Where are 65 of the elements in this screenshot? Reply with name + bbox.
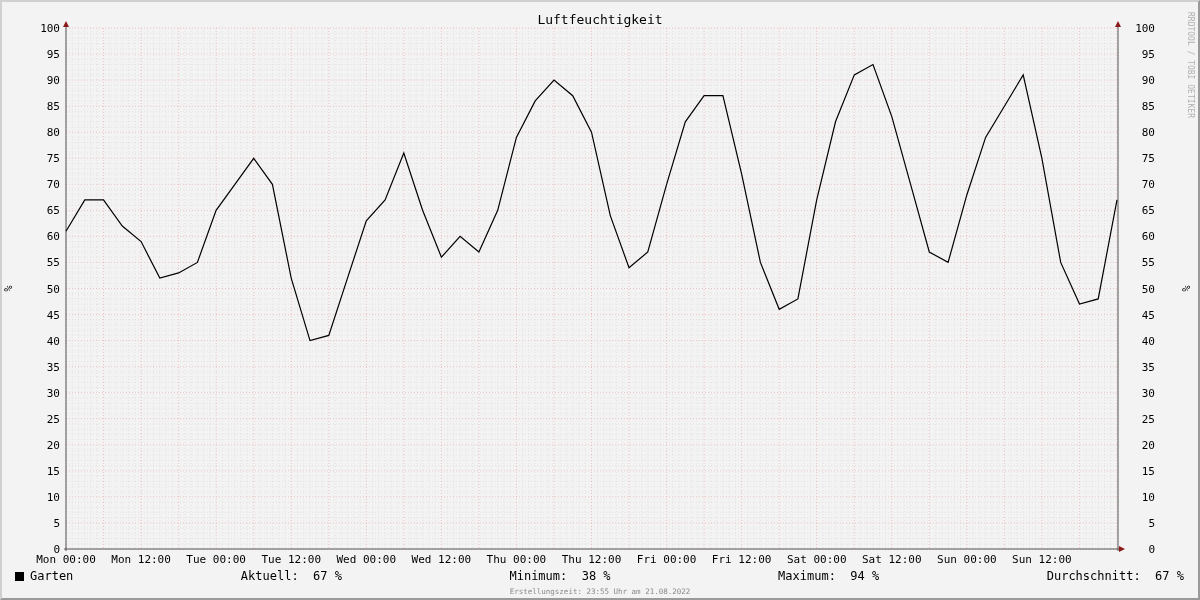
axis-tick-label: 95 [1141, 48, 1155, 62]
axis-label: % [1181, 285, 1192, 292]
axis-tick-label: Sat 12:00 [862, 553, 922, 566]
axis-tick-label: 0 [1148, 543, 1155, 556]
axis-tick-label: 25 [46, 412, 60, 426]
axis-tick-label: 40 [46, 334, 60, 348]
axis-tick-label: Thu 12:00 [561, 553, 622, 566]
axis-tick-label: 45 [1141, 308, 1155, 322]
axis-tick-label: Sat 00:00 [786, 553, 847, 566]
axis-tick-label: 60 [1141, 230, 1155, 244]
axis-tick-label: 55 [46, 256, 60, 270]
axis-tick-label: Mon 12:00 [111, 553, 171, 566]
chart-title: Luftfeuchtigkeit [537, 12, 663, 27]
axis-tick-label: 35 [1141, 360, 1155, 374]
axis-tick-label: Tue 12:00 [261, 553, 321, 566]
axis-tick-label: 35 [46, 360, 60, 374]
axis-tick-label: Wed 00:00 [336, 553, 397, 566]
axis-tick-label: 80 [1141, 126, 1155, 140]
axis-tick-label: 50 [1141, 282, 1155, 296]
legend-stat: Aktuell: 67 % [240, 569, 342, 583]
axis-tick-label: 70 [46, 178, 60, 192]
axis-tick-label: 25 [1141, 412, 1155, 426]
axis-tick-label: 30 [46, 386, 60, 400]
axis-tick-label: Wed 12:00 [411, 553, 472, 566]
legend-stat: Maximum: 94 % [778, 569, 880, 583]
axis-tick-label: 85 [46, 100, 60, 114]
axis-tick-label: 20 [46, 438, 60, 452]
axis-tick-label: Sun 00:00 [937, 553, 997, 566]
axis-tick-label: 80 [46, 126, 60, 140]
axis-tick-label: 15 [46, 464, 60, 478]
legend-stat: Minimum: 38 % [509, 569, 611, 583]
axis-tick-label: 50 [46, 282, 60, 296]
axis-tick-label: 65 [46, 204, 60, 218]
axis-tick-label: 100 [40, 22, 60, 35]
axis-tick-label: 10 [46, 490, 60, 504]
tool-credit: RRDTOOL / TOBI OETIKER [1186, 12, 1195, 118]
axis-tick-label: 45 [46, 308, 60, 322]
axis-tick-label: Mon 00:00 [36, 553, 96, 566]
axis-tick-label: Thu 00:00 [486, 553, 547, 566]
axis-tick-label: 95 [46, 48, 60, 62]
axis-tick-label: 20 [1141, 438, 1155, 452]
axis-tick-label: 40 [1141, 334, 1155, 348]
axis-tick-label: 70 [1141, 178, 1155, 192]
axis-tick-label: Fri 12:00 [711, 553, 772, 566]
axis-label: % [3, 285, 14, 292]
axis-tick-label: 90 [46, 74, 60, 88]
axis-tick-label: 75 [1141, 152, 1155, 166]
axis-tick-label: Fri 00:00 [636, 553, 697, 566]
legend-label: Garten [30, 569, 74, 583]
axis-tick-label: 100 [1135, 22, 1155, 35]
axis-tick-label: 65 [1141, 204, 1155, 218]
axis-tick-label: 10 [1141, 490, 1155, 504]
axis-tick-label: 60 [46, 230, 60, 244]
axis-tick-label: 90 [1141, 74, 1155, 88]
axis-tick-label: 5 [53, 516, 60, 530]
axis-tick-label: 0 [53, 543, 60, 556]
axis-tick-label: 15 [1141, 464, 1155, 478]
legend-stat: Durchschnitt: 67 % [1046, 569, 1184, 583]
axis-tick-label: 30 [1141, 386, 1155, 400]
axis-tick-label: 5 [1148, 516, 1155, 530]
axis-tick-label: Sun 12:00 [1012, 553, 1072, 566]
axis-tick-label: 75 [46, 152, 60, 166]
axis-tick-label: Tue 00:00 [186, 553, 246, 566]
axis-tick-label: 85 [1141, 100, 1155, 114]
axis-tick-label: 55 [1141, 256, 1155, 270]
